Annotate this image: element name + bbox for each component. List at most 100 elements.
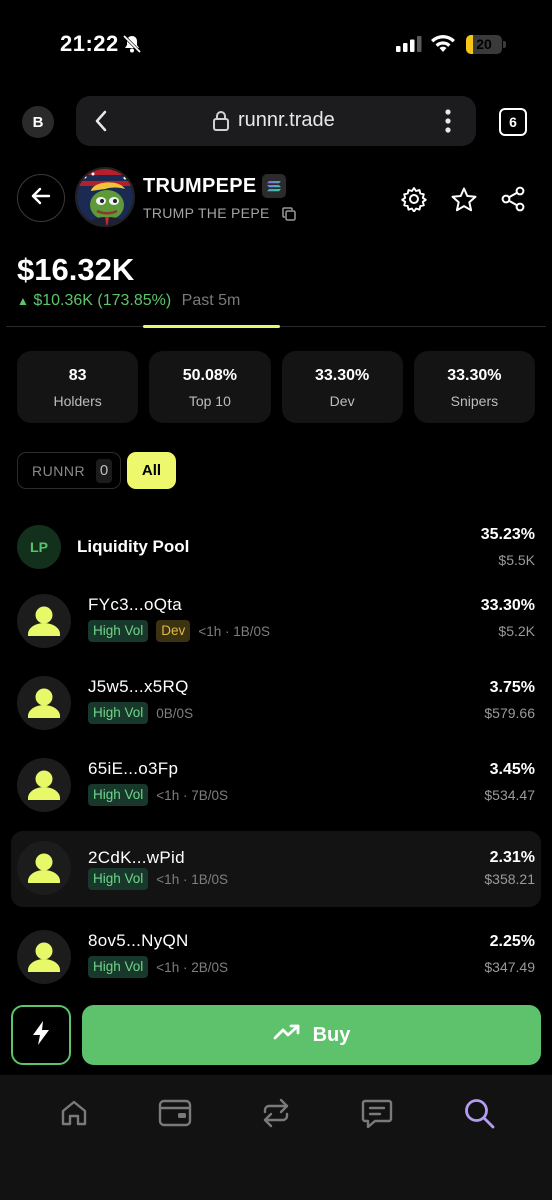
holder-row[interactable]: J5w5...x5RQ High Vol 0B/0S 3.75% $579.66 [0, 668, 552, 740]
user-icon [17, 758, 71, 812]
copy-icon[interactable] [282, 207, 296, 226]
holder-meta: <1h · 2B/0S [156, 959, 228, 975]
stat-label: Top 10 [188, 393, 231, 409]
buy-button[interactable]: Buy [82, 1005, 541, 1065]
nav-swap[interactable] [256, 1095, 296, 1135]
nav-search[interactable] [459, 1095, 499, 1135]
wallet-icon [157, 1098, 193, 1133]
filter-runnr-button[interactable]: RUNNR 0 [17, 452, 121, 489]
search-icon [462, 1096, 496, 1135]
lightning-bolt-icon [30, 1020, 52, 1051]
holder-percent: 2.31% [489, 849, 535, 866]
quick-buy-button[interactable] [11, 1005, 71, 1065]
lock-icon [212, 110, 230, 137]
holder-address: J5w5...x5RQ [88, 677, 189, 696]
token-avatar [75, 167, 135, 227]
filter-runnr-count: 0 [96, 459, 112, 483]
lp-percent: 35.23% [480, 526, 535, 543]
price-change: ▲ $10.36K (173.85%) Past 5m [17, 292, 240, 310]
tab-indicator [143, 325, 280, 328]
lp-usd: $5.5K [498, 552, 535, 568]
stat-label: Holders [53, 393, 102, 409]
change-value: $10.36K (173.85%) [33, 292, 172, 309]
nav-wallet[interactable] [155, 1095, 195, 1135]
share-icon[interactable] [500, 186, 526, 217]
nav-chat[interactable] [357, 1095, 397, 1135]
signal-icon [396, 36, 422, 57]
user-icon [17, 930, 71, 984]
stats-row: 83 Holders 50.08% Top 10 33.30% Dev 33.3… [17, 351, 535, 423]
dev-tag: Dev [156, 620, 191, 642]
address-bar[interactable]: runnr.trade [76, 96, 476, 146]
filter-all-button[interactable]: All [127, 452, 176, 489]
lp-badge: LP [17, 525, 61, 569]
up-arrow-icon: ▲ [17, 294, 29, 308]
holder-usd: $579.66 [484, 705, 535, 721]
home-icon [58, 1097, 90, 1134]
high-vol-tag: High Vol [88, 620, 149, 642]
holder-address: 2CdK...wPid [88, 848, 185, 867]
holder-usd: $347.49 [484, 959, 535, 975]
tab-switcher-button[interactable]: 6 [499, 108, 527, 136]
holder-percent: 3.45% [489, 761, 535, 778]
wifi-icon [430, 34, 456, 59]
browser-bar: B runnr.trade 6 [0, 88, 552, 158]
stat-value: 33.30% [447, 367, 502, 384]
holder-usd: $5.2K [498, 623, 535, 639]
high-vol-tag: High Vol [88, 702, 149, 724]
buy-label: Buy [312, 1023, 351, 1046]
solana-icon [262, 174, 286, 198]
holder-row[interactable]: 65iE...o3Fp High Vol <1h · 7B/0S 3.45% $… [0, 750, 552, 822]
stat-value: 33.30% [314, 367, 370, 384]
swap-icon [261, 1097, 291, 1134]
more-vertical-icon[interactable] [444, 108, 452, 139]
user-icon [17, 841, 71, 895]
holder-address: 8ov5...NyQN [88, 931, 189, 950]
stat-holders: 83 Holders [17, 351, 139, 423]
holder-row[interactable]: 8ov5...NyQN High Vol <1h · 2B/0S 2.25% $… [0, 922, 552, 994]
status-bar: 21:22 20 [0, 0, 552, 88]
token-symbol: TRUMPEPE [143, 175, 257, 197]
market-cap-value: $16.32K [17, 252, 135, 287]
holder-meta: <1h · 1B/0S [156, 871, 228, 887]
high-vol-tag: High Vol [88, 956, 149, 978]
holder-row[interactable]: FYc3...oQta High Vol Dev <1h · 1B/0S 33.… [0, 586, 552, 658]
stat-label: Snipers [450, 393, 499, 409]
high-vol-tag: High Vol [88, 784, 149, 806]
battery-level: 20 [476, 36, 492, 52]
bottom-nav [0, 1075, 552, 1200]
user-icon [17, 676, 71, 730]
bell-slash-icon [122, 34, 142, 59]
holder-meta: <1h · 7B/0S [156, 787, 228, 803]
stat-snipers: 33.30% Snipers [413, 351, 535, 423]
stat-dev: 33.30% Dev [281, 351, 403, 423]
holder-percent: 3.75% [489, 679, 535, 696]
battery-icon: 20 [466, 35, 502, 54]
status-time: 21:22 [60, 31, 119, 56]
high-vol-tag: High Vol [88, 868, 149, 890]
token-name: TRUMP THE PEPE [143, 205, 270, 221]
trending-up-icon [273, 1023, 301, 1047]
url-text: runnr.trade [238, 109, 335, 131]
chevron-left-icon[interactable] [94, 109, 108, 138]
change-period: Past 5m [181, 292, 241, 309]
lp-name: Liquidity Pool [77, 537, 190, 556]
stat-top10: 50.08% Top 10 [149, 351, 271, 423]
holder-row[interactable]: 2CdK...wPid High Vol <1h · 1B/0S 2.31% $… [11, 831, 541, 907]
holder-percent: 2.25% [489, 933, 535, 950]
filter-runnr-label: RUNNR [32, 463, 86, 479]
profile-button[interactable]: B [22, 106, 54, 138]
holder-address: 65iE...o3Fp [88, 759, 179, 778]
back-button[interactable] [17, 174, 65, 222]
holder-address: FYc3...oQta [88, 595, 183, 614]
stat-value: 50.08% [182, 367, 237, 384]
token-header: TRUMPEPE TRUMP THE PEPE [0, 158, 552, 238]
user-icon [17, 594, 71, 648]
liquidity-pool-row[interactable]: LP Liquidity Pool 35.23% $5.5K [0, 520, 552, 572]
stat-value: 83 [68, 367, 87, 384]
holder-percent: 33.30% [480, 597, 535, 614]
nav-home[interactable] [54, 1095, 94, 1135]
gear-icon[interactable] [401, 186, 427, 217]
stat-label: Dev [329, 393, 355, 409]
star-icon[interactable] [450, 186, 478, 219]
